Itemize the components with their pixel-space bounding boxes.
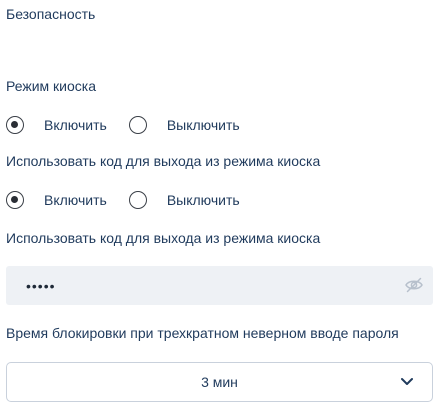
password-value[interactable]: ••••• [26,278,56,294]
kiosk-mode-disable-radio[interactable]: Выключить [128,116,240,134]
exit-code-password-field[interactable]: ••••• [6,266,433,305]
exit-code-enable-label: Включить [44,192,107,208]
lock-time-value: 3 мин [201,374,238,390]
kiosk-mode-label: Режим киоска [6,78,97,94]
radio-checked-icon[interactable] [6,191,24,209]
kiosk-mode-radio-group: Включить Выключить [6,114,240,136]
section-title: Безопасность [6,6,96,22]
radio-unchecked-icon[interactable] [128,191,147,209]
exit-code-radio-group: Включить Выключить [6,189,240,211]
exit-code-enable-radio[interactable]: Включить [6,191,107,209]
exit-code-disable-label: Выключить [166,192,240,208]
kiosk-mode-enable-radio[interactable]: Включить [6,116,107,134]
kiosk-mode-enable-label: Включить [44,117,107,133]
exit-code-label: Использовать код для выхода из режима ки… [6,153,321,169]
lock-time-select[interactable]: 3 мин [6,362,433,402]
lock-time-label: Время блокировки при трехкратном неверно… [6,325,399,341]
radio-checked-icon[interactable] [6,116,24,134]
exit-code-disable-radio[interactable]: Выключить [128,191,240,209]
radio-unchecked-icon[interactable] [128,116,147,134]
exit-code-password-label: Использовать код для выхода из режима ки… [6,230,321,246]
eye-slash-icon[interactable] [405,277,423,293]
chevron-down-icon[interactable] [400,377,414,387]
kiosk-mode-disable-label: Выключить [166,117,240,133]
